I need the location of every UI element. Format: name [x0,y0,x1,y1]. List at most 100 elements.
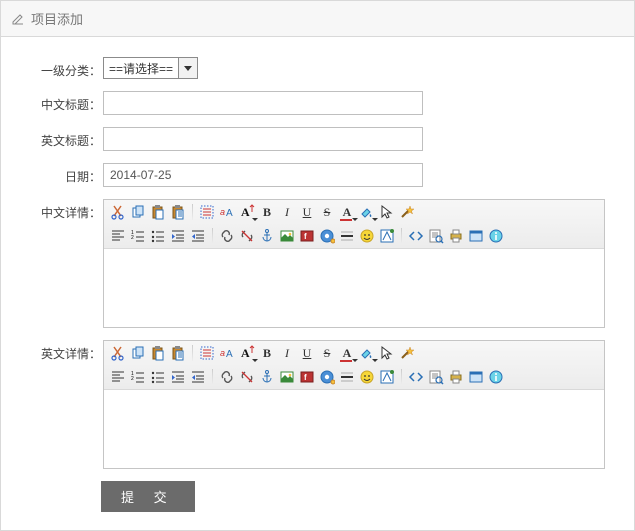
print-icon[interactable] [448,228,464,244]
anchor-icon[interactable] [259,369,275,385]
title-cn-input[interactable] [103,91,423,115]
hr-icon[interactable] [339,369,355,385]
emoji-icon[interactable] [359,228,375,244]
back-color-icon[interactable] [359,345,375,361]
special-char-icon[interactable] [379,228,395,244]
svg-text:f: f [304,373,307,382]
fullscreen-icon[interactable] [468,369,484,385]
special-char-icon[interactable] [379,369,395,385]
cursor-icon[interactable] [379,345,395,361]
about-icon[interactable] [488,228,504,244]
separator-icon [401,228,402,244]
copy-icon[interactable] [130,204,146,220]
flash-icon[interactable]: f [299,228,315,244]
panel-header: 项目添加 [1,1,634,37]
editor-en-toolbar: aA A B I U S A 12 [104,341,604,390]
outdent-icon[interactable] [190,228,206,244]
underline-button[interactable]: U [299,204,315,220]
clear-format-icon[interactable]: aA [219,345,235,361]
font-color-icon[interactable]: A [339,204,355,220]
outdent-icon[interactable] [190,369,206,385]
italic-button[interactable]: I [279,204,295,220]
copy-icon[interactable] [130,345,146,361]
row-detail-en: 英文详情： aA A B I U S [21,340,614,469]
emoji-icon[interactable] [359,369,375,385]
bold-button[interactable]: B [259,345,275,361]
row-title-en: 英文标题： [21,127,614,151]
paste-text-icon[interactable] [170,204,186,220]
media-icon[interactable] [319,369,335,385]
anchor-icon[interactable] [259,228,275,244]
source-icon[interactable] [408,228,424,244]
underline-button[interactable]: U [299,345,315,361]
font-icon[interactable]: A [239,345,255,361]
panel-title: 项目添加 [31,9,83,28]
svg-text:A: A [241,346,250,360]
submit-button[interactable]: 提 交 [101,481,195,512]
dropdown-icon [178,58,197,78]
paste-text-icon[interactable] [170,345,186,361]
paste-icon[interactable] [150,345,166,361]
about-icon[interactable] [488,369,504,385]
label-title-cn: 中文标题： [21,91,103,113]
editor-cn-toolbar: aA A B I U S A 12 [104,200,604,249]
separator-icon [192,204,193,220]
flash-icon[interactable]: f [299,369,315,385]
paste-icon[interactable] [150,204,166,220]
preview-icon[interactable] [428,228,444,244]
ordered-list-icon[interactable]: 12 [130,228,146,244]
cut-icon[interactable] [110,345,126,361]
label-title-en: 英文标题： [21,127,103,149]
clear-format-icon[interactable]: aA [219,204,235,220]
strikethrough-button[interactable]: S [319,345,335,361]
category-select[interactable]: ==请选择== [103,57,198,79]
editor-cn-body[interactable] [104,249,604,327]
label-detail-cn: 中文详情： [21,199,103,221]
separator-icon [212,369,213,385]
hr-icon[interactable] [339,228,355,244]
unlink-icon[interactable] [239,369,255,385]
indent-icon[interactable] [170,369,186,385]
title-en-input[interactable] [103,127,423,151]
label-category: 一级分类： [21,57,103,79]
back-color-icon[interactable] [359,204,375,220]
unordered-list-icon[interactable] [150,369,166,385]
select-all-icon[interactable] [199,345,215,361]
ordered-list-icon[interactable]: 12 [130,369,146,385]
wand-icon[interactable] [399,204,415,220]
preview-icon[interactable] [428,369,444,385]
font-color-icon[interactable]: A [339,345,355,361]
separator-icon [212,228,213,244]
unlink-icon[interactable] [239,228,255,244]
image-icon[interactable] [279,228,295,244]
editor-cn: aA A B I U S A 12 [103,199,605,328]
editor-en-body[interactable] [104,390,604,468]
wand-icon[interactable] [399,345,415,361]
unordered-list-icon[interactable] [150,228,166,244]
strikethrough-button[interactable]: S [319,204,335,220]
link-icon[interactable] [219,369,235,385]
select-all-icon[interactable] [199,204,215,220]
bold-button[interactable]: B [259,204,275,220]
cut-icon[interactable] [110,204,126,220]
svg-text:a: a [220,207,225,217]
indent-icon[interactable] [170,228,186,244]
media-icon[interactable] [319,228,335,244]
date-input[interactable] [103,163,423,187]
image-icon[interactable] [279,369,295,385]
svg-text:A: A [226,208,233,219]
print-icon[interactable] [448,369,464,385]
cursor-icon[interactable] [379,204,395,220]
label-detail-en: 英文详情： [21,340,103,362]
link-icon[interactable] [219,228,235,244]
edit-icon [11,12,25,26]
font-icon[interactable]: A [239,204,255,220]
panel: 项目添加 一级分类： ==请选择== 中文标题： 英文标题： 日期： [0,0,635,531]
separator-icon [192,345,193,361]
source-icon[interactable] [408,369,424,385]
separator-icon [401,369,402,385]
fullscreen-icon[interactable] [468,228,484,244]
italic-button[interactable]: I [279,345,295,361]
align-left-icon[interactable] [110,228,126,244]
align-left-icon[interactable] [110,369,126,385]
